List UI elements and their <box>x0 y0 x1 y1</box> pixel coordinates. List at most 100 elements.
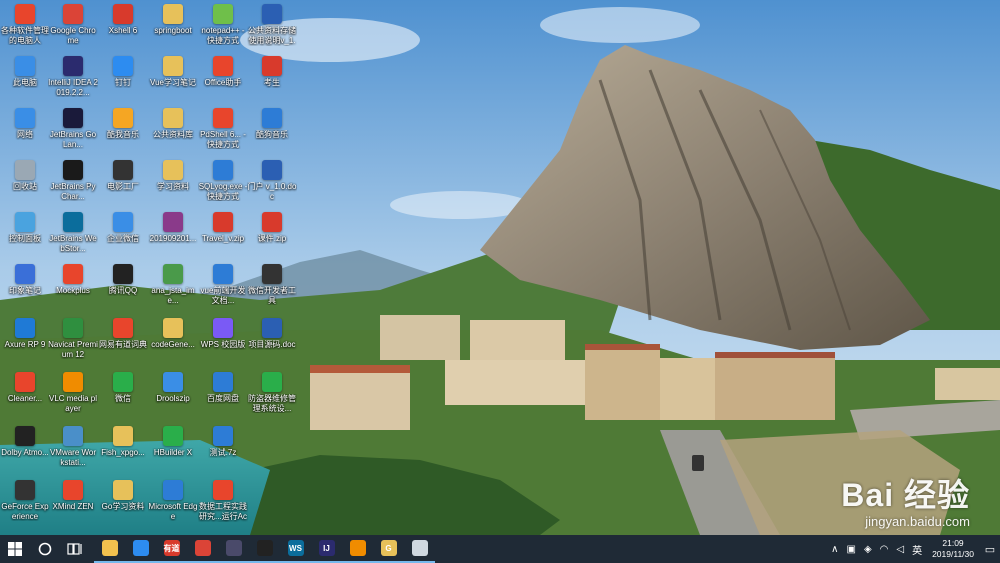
windows-start-button[interactable] <box>0 535 30 563</box>
tray-app-icon[interactable]: ▣ <box>842 544 859 555</box>
taskbar-app-button[interactable] <box>218 535 249 563</box>
taskbar-app-button[interactable]: WS <box>280 535 311 563</box>
desktop-shortcut[interactable]: Google Chrome <box>48 4 98 60</box>
desktop-shortcut[interactable]: 酷狗音乐 <box>247 108 297 164</box>
desktop-shortcut[interactable]: Office助手 <box>198 56 248 112</box>
desktop-shortcut[interactable]: 201909201... <box>148 212 198 268</box>
desktop-shortcut[interactable]: 网络 <box>0 108 50 164</box>
desktop-shortcut[interactable]: 百度网盘 <box>198 372 248 428</box>
desktop-shortcut-label: IntelliJ IDEA 2019.2.2... <box>48 78 98 97</box>
desktop-shortcut-label: 酷我音乐 <box>107 130 139 139</box>
desktop-shortcut[interactable]: codeGene... <box>148 318 198 374</box>
desktop-shortcut[interactable]: Fish_xpgo... <box>98 426 148 482</box>
desktop-shortcut[interactable]: HBuilder X <box>148 426 198 482</box>
desktop-shortcut[interactable]: springboot <box>148 4 198 60</box>
desktop-shortcut[interactable]: 公共资料存储使用说明v_1.0... <box>247 4 297 60</box>
desktop-shortcut[interactable]: 公共资料库 <box>148 108 198 164</box>
archive-icon <box>163 212 183 232</box>
desktop-shortcut[interactable]: 各种软件管理的电脑人 <box>0 4 50 60</box>
desktop-shortcut[interactable]: Cleaner... <box>0 372 50 428</box>
clock[interactable]: 21:09 2019/11/30 <box>926 538 980 560</box>
taskbar-app-button[interactable] <box>187 535 218 563</box>
desktop-shortcut[interactable]: 测试.7z <box>198 426 248 482</box>
dict-icon <box>113 318 133 338</box>
desktop-shortcut[interactable]: VMware Workstati... <box>48 426 98 482</box>
desktop-shortcut[interactable]: 课件.zip <box>247 212 297 268</box>
desktop-shortcut[interactable]: notepad++ - 快捷方式 <box>198 4 248 60</box>
desktop-shortcut[interactable]: XMind ZEN <box>48 480 98 535</box>
desktop-shortcut[interactable]: PdShell 6... - 快捷方式 <box>198 108 248 164</box>
wifi-icon[interactable]: ◠ <box>876 544 893 555</box>
desktop-shortcut[interactable]: Droolszip <box>148 372 198 428</box>
taskbar-app-button[interactable] <box>125 535 156 563</box>
taskbar-app-button[interactable] <box>342 535 373 563</box>
dingtalk-icon <box>113 56 133 76</box>
desktop-shortcut[interactable]: Mockplus <box>48 264 98 320</box>
file-explorer-icon <box>101 540 118 556</box>
desktop-shortcut-label: WPS 校园版 <box>200 340 246 349</box>
task-view-button[interactable] <box>60 535 90 563</box>
desktop-shortcut[interactable]: 回收站 <box>0 160 50 216</box>
cortana-search-button[interactable] <box>30 535 60 563</box>
taskbar-app-button[interactable]: IJ <box>311 535 342 563</box>
desktop-shortcut[interactable]: 网易有道词典 <box>98 318 148 374</box>
note-icon <box>15 264 35 284</box>
desktop-shortcut-label: codeGene... <box>151 340 195 349</box>
taskbar-app-button[interactable] <box>94 535 125 563</box>
network-icon <box>15 108 35 128</box>
desktop-shortcut[interactable]: Axure RP 9 <box>0 318 50 374</box>
desktop-shortcut[interactable]: IntelliJ IDEA 2019.2.2... <box>48 56 98 112</box>
desktop-shortcut[interactable]: Travel_v.zip <box>198 212 248 268</box>
desktop-shortcut[interactable]: JetBrains WebStor... <box>48 212 98 268</box>
desktop-shortcut[interactable]: GeForce Experience <box>0 480 50 535</box>
desktop-shortcut[interactable]: JetBrains GoLan... <box>48 108 98 164</box>
desktop-shortcut[interactable]: 微信 <box>98 372 148 428</box>
ime-indicator[interactable]: 英 <box>908 542 926 557</box>
desktop-shortcut[interactable]: 印象笔记 <box>0 264 50 320</box>
desktop-shortcut[interactable]: Vue学习笔记 <box>148 56 198 112</box>
desktop-shortcut[interactable]: 项目源码.doc <box>247 318 297 374</box>
action-center-icon[interactable]: ▭ <box>980 535 1000 563</box>
desktop-shortcut-label: springboot <box>154 26 192 35</box>
taskbar-app-button[interactable] <box>404 535 435 563</box>
desktop-shortcut[interactable]: VLC media player <box>48 372 98 428</box>
desktop-shortcut[interactable]: 酷我音乐 <box>98 108 148 164</box>
desktop-shortcut[interactable]: 腾讯QQ <box>98 264 148 320</box>
desktop-shortcut[interactable]: 企业微信 <box>98 212 148 268</box>
desktop-shortcut[interactable]: 数据工程实践研究...运行Acti... <box>198 480 248 535</box>
tray-security-icon[interactable]: ◈ <box>860 544 876 555</box>
desktop-shortcut[interactable]: vue前端开发文档... <box>198 264 248 320</box>
desktop-shortcut-label: JetBrains PyChar... <box>50 182 96 201</box>
desktop-shortcut[interactable]: 防盗器维修管理系统设... <box>247 372 297 428</box>
goland-taskbar-icon: G <box>380 540 397 556</box>
office-icon <box>213 56 233 76</box>
desktop-shortcut-label: VMware Workstati... <box>49 448 97 467</box>
terminal-taskbar-icon <box>256 540 273 556</box>
desktop-shortcut[interactable]: 钉钉 <box>98 56 148 112</box>
desktop-shortcut[interactable]: 门户 v_1.0.doc <box>247 160 297 216</box>
desktop-shortcut[interactable]: SQLyog.exe - 快捷方式 <box>198 160 248 216</box>
desktop-shortcut[interactable]: 此电脑 <box>0 56 50 112</box>
desktop: 各种软件管理的电脑人 此电脑 网络 回收站 控制面板 印象笔记 Axure RP 9 Clea… <box>0 0 1000 535</box>
desktop-shortcut[interactable]: Go学习资料 <box>98 480 148 535</box>
show-hidden-icons-chevron-icon[interactable]: ∧ <box>827 544 842 555</box>
desktop-shortcut[interactable]: 学习资料 <box>148 160 198 216</box>
watermark-logo: Bai 经验 <box>841 477 970 513</box>
volume-icon[interactable]: ◁ <box>892 544 908 555</box>
desktop-shortcut[interactable]: ana_jsta_ime... <box>148 264 198 320</box>
desktop-shortcut[interactable]: 考生 <box>247 56 297 112</box>
taskbar-app-button[interactable]: 有道 <box>156 535 187 563</box>
taskbar-app-button[interactable]: G <box>373 535 404 563</box>
desktop-shortcut[interactable]: Xshell 6 <box>98 4 148 60</box>
xshell-icon <box>113 4 133 24</box>
taskbar-app-button[interactable] <box>249 535 280 563</box>
desktop-shortcut[interactable]: 微信开发者工具 <box>247 264 297 320</box>
desktop-shortcut[interactable]: WPS 校园版 <box>198 318 248 374</box>
desktop-shortcut[interactable]: 控制面板 <box>0 212 50 268</box>
desktop-shortcut[interactable]: 电影工厂 <box>98 160 148 216</box>
desktop-shortcut[interactable]: Navicat Premium 12 <box>48 318 98 374</box>
desktop-shortcut[interactable]: JetBrains PyChar... <box>48 160 98 216</box>
desktop-shortcut[interactable]: Microsoft Edge <box>148 480 198 535</box>
desktop-shortcut[interactable]: Dolby Atmo... <box>0 426 50 482</box>
folder-icon <box>163 4 183 24</box>
